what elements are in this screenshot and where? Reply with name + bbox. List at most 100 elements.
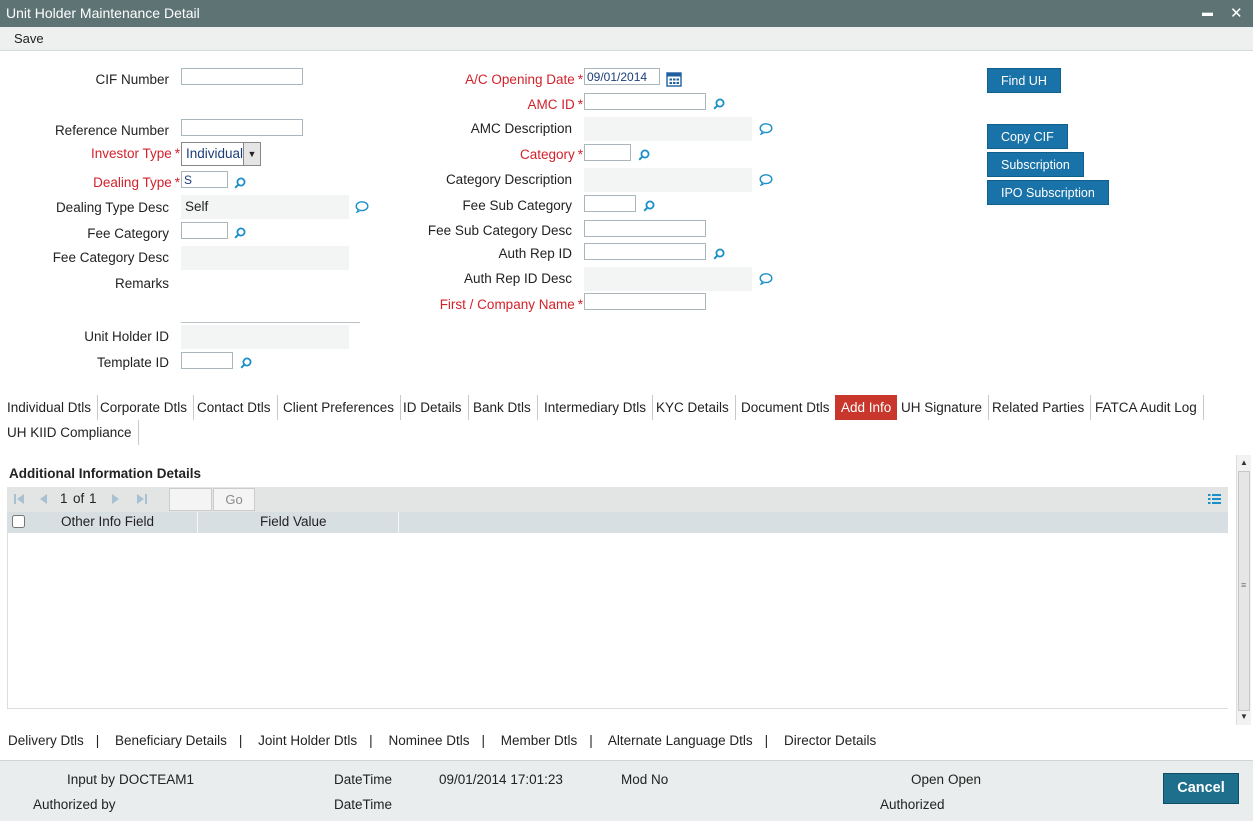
tab-individual-dtls[interactable]: Individual Dtls — [1, 395, 99, 420]
ipo-subscription-button[interactable]: IPO Subscription — [987, 180, 1109, 205]
tab-document-dtls[interactable]: Document Dtls — [735, 395, 837, 420]
copy-cif-button[interactable]: Copy CIF — [987, 124, 1068, 149]
search-icon[interactable] — [643, 200, 655, 212]
link-separator: | — [481, 733, 485, 748]
search-icon[interactable] — [713, 98, 725, 110]
link-separator: | — [764, 733, 769, 748]
window-titlebar: Unit Holder Maintenance Detail ▬ ✕ — [0, 0, 1253, 27]
page-number-input[interactable] — [169, 488, 212, 511]
find-uh-button[interactable]: Find UH — [987, 68, 1061, 93]
tab-uh-signature[interactable]: UH Signature — [895, 395, 990, 420]
search-icon[interactable] — [240, 357, 252, 369]
close-icon[interactable]: ✕ — [1230, 0, 1243, 27]
link-separator: | — [238, 733, 243, 748]
cif-number-input[interactable] — [181, 68, 303, 85]
grid-header: Other Info Field Field Value — [7, 512, 1228, 533]
fee-category-input[interactable] — [181, 222, 228, 239]
dealing-type-input[interactable] — [181, 171, 228, 188]
tab-contact-dtls[interactable]: Contact Dtls — [191, 395, 278, 420]
scroll-up-icon[interactable]: ▲ — [1240, 458, 1248, 467]
fee-sub-category-desc-label: Fee Sub Category Desc — [427, 223, 572, 238]
tab-corporate-dtls[interactable]: Corporate Dtls — [94, 395, 195, 420]
remarks-label: Remarks — [114, 276, 169, 291]
current-page: 1 — [60, 491, 68, 506]
tab-client-preferences[interactable]: Client Preferences — [277, 395, 402, 420]
column-divider — [398, 512, 399, 533]
search-icon[interactable] — [234, 227, 246, 239]
chevron-down-icon[interactable]: ▼ — [243, 143, 260, 165]
tab-fatca-audit-log[interactable]: FATCA Audit Log — [1089, 395, 1204, 420]
tab-kyc-details[interactable]: KYC Details — [650, 395, 736, 420]
comment-icon[interactable] — [355, 201, 369, 213]
ac-opening-date-input[interactable] — [584, 68, 660, 85]
previous-page-icon[interactable] — [38, 492, 48, 506]
link-beneficiary-details[interactable]: Beneficiary Details — [115, 733, 227, 748]
total-pages: 1 — [89, 491, 97, 506]
search-icon[interactable] — [638, 149, 650, 161]
audit-footer: Input by DOCTEAM1 DateTime 09/01/2014 17… — [0, 760, 1253, 821]
dealing-type-desc-value: Self — [181, 195, 349, 219]
calendar-icon[interactable] — [666, 71, 682, 87]
vertical-scrollbar[interactable]: ▲ ≡ ▼ — [1236, 455, 1251, 725]
tab-add-info[interactable]: Add Info — [835, 395, 898, 420]
comment-icon[interactable] — [759, 123, 773, 135]
fee-sub-category-input[interactable] — [584, 195, 636, 212]
tab-related-parties[interactable]: Related Parties — [986, 395, 1092, 420]
subscription-button[interactable]: Subscription — [987, 152, 1084, 177]
column-header-other-info-field[interactable]: Other Info Field — [61, 514, 154, 529]
link-delivery-dtls[interactable]: Delivery Dtls — [8, 733, 84, 748]
tab-intermediary-dtls[interactable]: Intermediary Dtls — [538, 395, 654, 420]
ac-opening-date-label: A/C Opening Date * — [465, 72, 583, 87]
link-nominee-dtls[interactable]: Nominee Dtls — [388, 733, 469, 748]
last-page-icon[interactable] — [136, 492, 148, 506]
next-page-icon[interactable] — [111, 492, 121, 506]
column-divider — [197, 512, 198, 533]
category-description-value — [584, 168, 752, 192]
tab-bank-dtls[interactable]: Bank Dtls — [467, 395, 538, 420]
fee-sub-category-desc-input[interactable] — [584, 220, 706, 237]
column-settings-icon[interactable] — [1208, 493, 1221, 505]
go-button[interactable]: Go — [213, 488, 255, 511]
search-icon[interactable] — [713, 248, 725, 260]
tab-uh-kiid-compliance[interactable]: UH KIID Compliance — [1, 420, 139, 445]
link-joint-holder-dtls[interactable]: Joint Holder Dtls — [258, 733, 357, 748]
cancel-button[interactable]: Cancel — [1163, 773, 1239, 804]
link-director-details[interactable]: Director Details — [784, 733, 876, 748]
scroll-down-icon[interactable]: ▼ — [1240, 712, 1248, 721]
auth-rep-id-label: Auth Rep ID — [498, 246, 572, 261]
datetime-value: 09/01/2014 17:01:23 — [439, 772, 563, 787]
datetime-label: DateTime — [334, 772, 393, 787]
dealing-type-desc-label: Dealing Type Desc — [55, 200, 169, 215]
link-separator: | — [95, 733, 100, 748]
search-icon[interactable] — [234, 177, 246, 189]
comment-icon[interactable] — [759, 174, 773, 186]
link-member-dtls[interactable]: Member Dtls — [501, 733, 578, 748]
authorized-label: Authorized — [880, 797, 945, 812]
investor-type-select[interactable]: Individual ▼ — [181, 142, 261, 166]
first-company-name-label: First / Company Name * — [439, 297, 583, 312]
column-header-field-value[interactable]: Field Value — [260, 514, 327, 529]
category-input[interactable] — [584, 144, 631, 161]
amc-description-value — [584, 117, 752, 141]
save-menu-item[interactable]: Save — [14, 31, 44, 46]
authorized-by-label: Authorized by — [33, 797, 116, 812]
open-value: Open — [948, 772, 982, 787]
select-all-checkbox[interactable] — [12, 515, 25, 528]
comment-icon[interactable] — [759, 273, 773, 285]
reference-number-input[interactable] — [181, 119, 303, 136]
tab-id-details[interactable]: ID Details — [397, 395, 469, 420]
remarks-textarea[interactable] — [181, 273, 360, 323]
first-page-icon[interactable] — [13, 492, 25, 506]
link-alternate-language-dtls[interactable]: Alternate Language Dtls — [608, 733, 753, 748]
minimize-icon[interactable]: ▬ — [1202, 0, 1213, 27]
scrollbar-thumb[interactable]: ≡ — [1238, 471, 1250, 711]
auth-rep-id-input[interactable] — [584, 243, 706, 260]
template-id-input[interactable] — [181, 352, 233, 369]
mod-no-label: Mod No — [621, 772, 669, 787]
reference-number-label: Reference Number — [54, 123, 169, 138]
fee-category-label: Fee Category — [87, 226, 169, 241]
amc-id-input[interactable] — [584, 93, 706, 110]
sub-screen-links: Delivery Dtls | Beneficiary Details | Join… — [8, 733, 876, 748]
first-company-name-input[interactable] — [584, 293, 706, 310]
auth-rep-id-desc-label: Auth Rep ID Desc — [463, 271, 572, 286]
